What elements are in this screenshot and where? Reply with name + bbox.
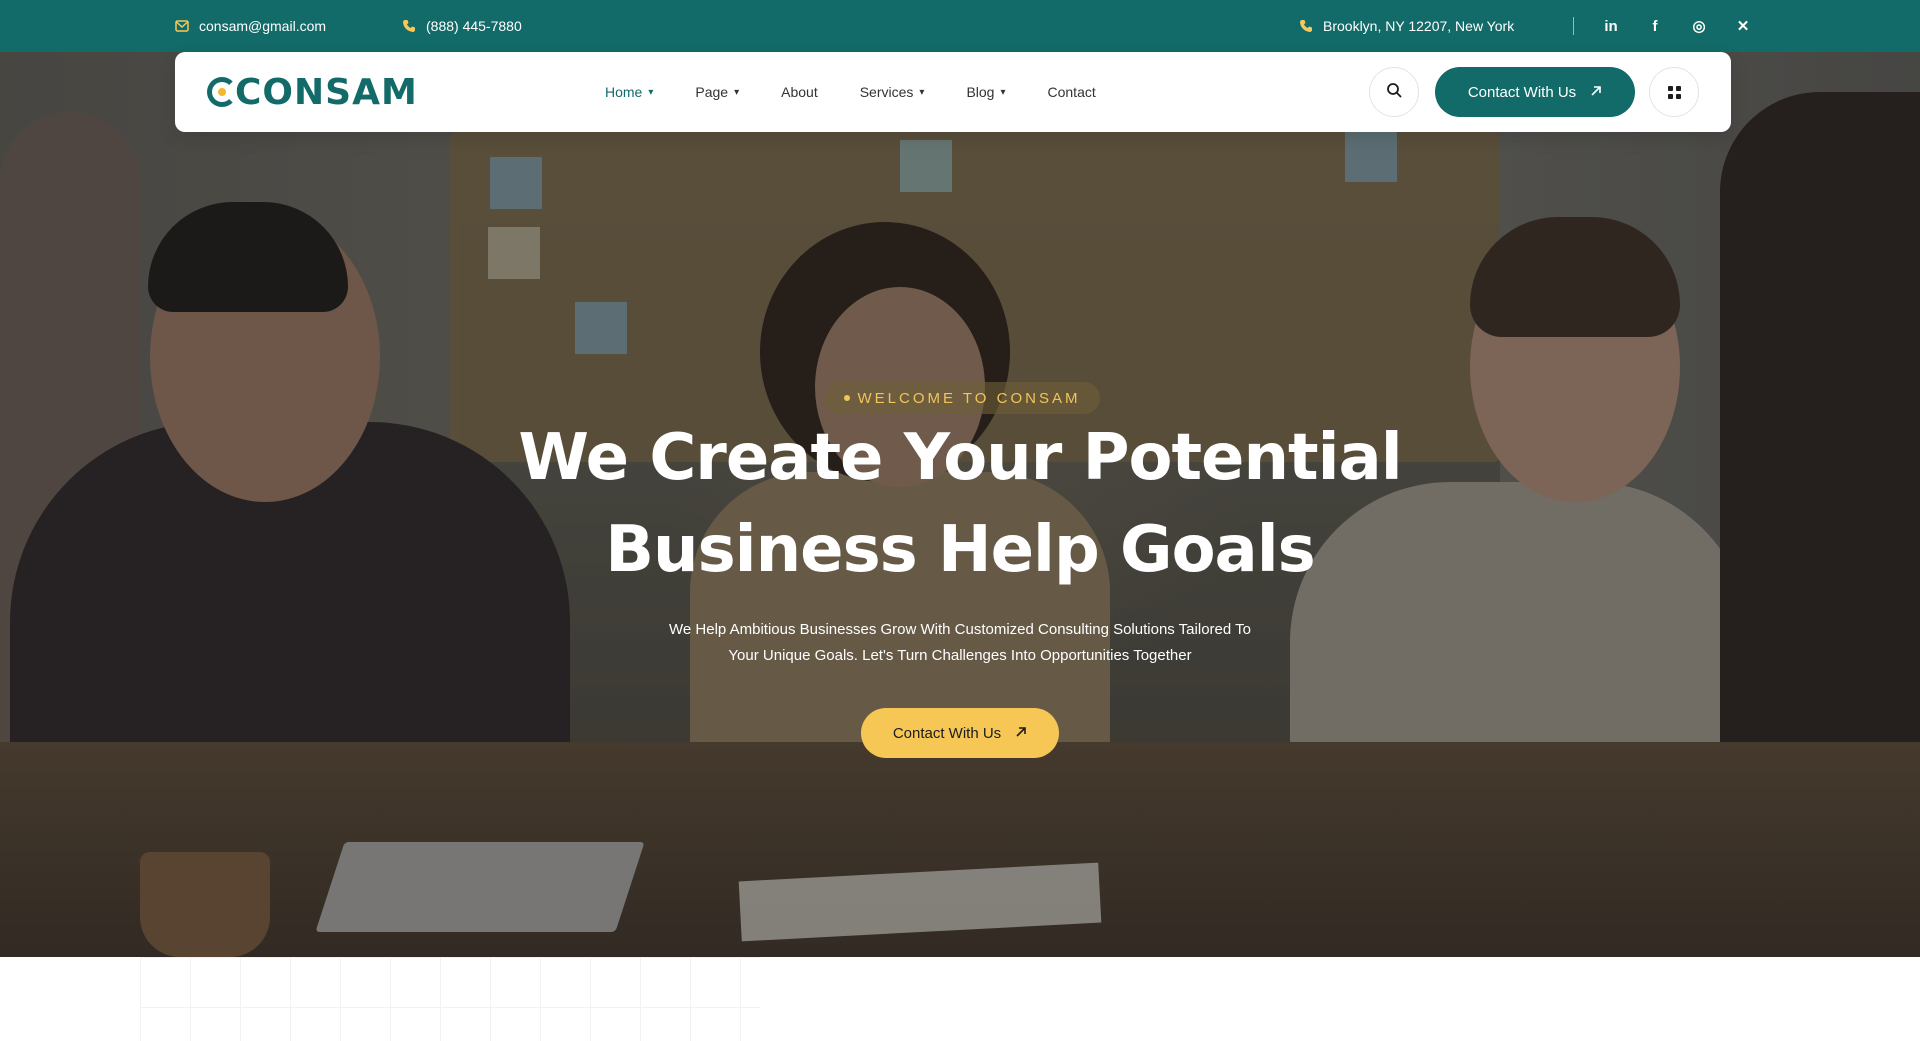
hero-title-line: We Create Your Potential bbox=[518, 421, 1402, 495]
topbar-divider bbox=[1573, 17, 1574, 35]
topbar-phone[interactable]: (888) 445-7880 bbox=[402, 0, 522, 52]
logo-mark-icon bbox=[207, 77, 237, 107]
chevron-down-icon: ▾ bbox=[919, 86, 925, 98]
site-logo[interactable]: CONSAM bbox=[207, 70, 418, 114]
arrow-up-right-icon bbox=[1015, 725, 1027, 742]
header-contact-button[interactable]: Contact With Us bbox=[1435, 67, 1635, 117]
topbar-email[interactable]: consam@gmail.com bbox=[175, 0, 326, 52]
nav-item-label: Contact bbox=[1047, 84, 1096, 100]
instagram-icon[interactable]: ◎ bbox=[1688, 15, 1710, 37]
topbar-email-text: consam@gmail.com bbox=[199, 18, 327, 34]
dot-icon bbox=[843, 395, 850, 401]
chevron-down-icon: ▾ bbox=[648, 86, 654, 98]
nav-item-contact[interactable]: Contact bbox=[1048, 84, 1096, 100]
nav-item-label: Page bbox=[695, 84, 729, 100]
linkedin-icon[interactable]: in bbox=[1600, 15, 1622, 37]
nav-item-label: Blog bbox=[966, 84, 995, 100]
main-nav: Home ▾ Page ▾ About Services ▾ Blog ▾ Co… bbox=[605, 52, 1096, 132]
topbar-phone-text: (888) 445-7880 bbox=[426, 18, 522, 34]
top-bar: consam@gmail.com (888) 445-7880 Brooklyn… bbox=[0, 0, 1920, 52]
hero-subtitle: We Help Ambitious Businesses Grow With C… bbox=[610, 617, 1310, 669]
search-icon bbox=[1386, 82, 1402, 103]
arrow-up-right-icon bbox=[1590, 84, 1602, 101]
phone-icon bbox=[402, 19, 416, 33]
social-links: in f ◎ ✕ bbox=[1600, 0, 1754, 52]
phone-icon bbox=[1299, 19, 1313, 33]
chevron-down-icon: ▾ bbox=[734, 86, 740, 98]
email-icon bbox=[175, 20, 189, 32]
x-twitter-icon[interactable]: ✕ bbox=[1732, 15, 1754, 37]
nav-item-label: Services bbox=[859, 84, 914, 100]
hero-contact-label: Contact With Us bbox=[892, 724, 1002, 742]
nav-item-services[interactable]: Services ▾ bbox=[860, 84, 925, 100]
hero-section: WELCOME TO CONSAM We Create Your Potenti… bbox=[0, 52, 1920, 957]
facebook-icon[interactable]: f bbox=[1644, 15, 1666, 37]
hero-eyebrow-badge: WELCOME TO CONSAM bbox=[824, 382, 1100, 414]
hero-eyebrow-text: WELCOME TO CONSAM bbox=[857, 389, 1081, 407]
nav-item-page[interactable]: Page ▾ bbox=[695, 84, 739, 100]
hero-contact-button[interactable]: Contact With Us bbox=[861, 708, 1059, 758]
grid-menu-icon bbox=[1667, 85, 1681, 99]
topbar-address-text: Brooklyn, NY 12207, New York bbox=[1323, 18, 1515, 34]
nav-item-blog[interactable]: Blog ▾ bbox=[966, 84, 1005, 100]
header-contact-label: Contact With Us bbox=[1467, 83, 1577, 101]
hero-title-line: Business Help Goals bbox=[605, 513, 1316, 587]
grid-menu-button[interactable] bbox=[1649, 67, 1699, 117]
search-button[interactable] bbox=[1369, 67, 1419, 117]
decorative-grid bbox=[140, 957, 760, 1041]
chevron-down-icon: ▾ bbox=[1000, 86, 1006, 98]
topbar-address: Brooklyn, NY 12207, New York bbox=[1299, 0, 1514, 52]
next-section bbox=[0, 957, 1920, 1041]
hero-title: We Create Your Potential Business Help G… bbox=[460, 412, 1460, 596]
hero-subtitle-line: Your Unique Goals. Let's Turn Challenges… bbox=[728, 647, 1192, 664]
logo-text: CONSAM bbox=[235, 71, 418, 113]
nav-item-home[interactable]: Home ▾ bbox=[605, 84, 653, 100]
nav-item-about[interactable]: About bbox=[781, 84, 818, 100]
nav-item-label: About bbox=[781, 84, 818, 100]
main-header: CONSAM Home ▾ Page ▾ About Services ▾ Bl… bbox=[175, 52, 1731, 132]
nav-item-label: Home bbox=[605, 84, 643, 100]
hero-subtitle-line: We Help Ambitious Businesses Grow With C… bbox=[669, 621, 1251, 638]
